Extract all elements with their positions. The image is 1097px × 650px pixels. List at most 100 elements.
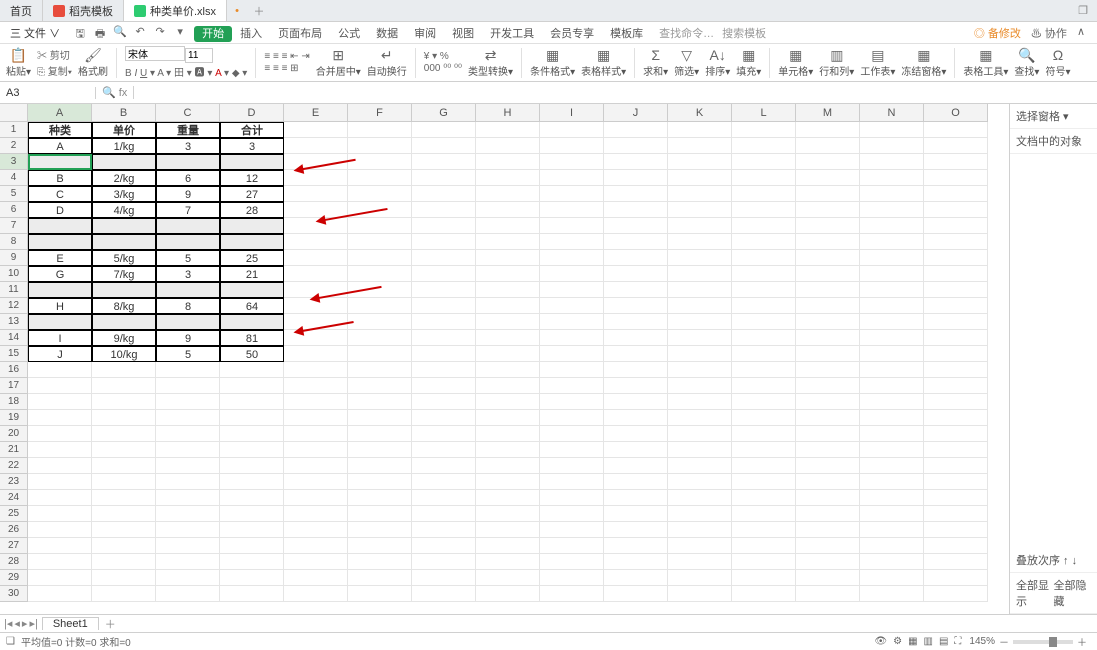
menu-tab-0[interactable]: 开始 bbox=[194, 26, 232, 42]
cell[interactable] bbox=[860, 394, 924, 410]
cell[interactable] bbox=[668, 250, 732, 266]
cell[interactable] bbox=[604, 410, 668, 426]
qat-dropdown-icon[interactable]: ▾ bbox=[172, 25, 188, 41]
cell[interactable] bbox=[668, 298, 732, 314]
cell[interactable] bbox=[732, 362, 796, 378]
format-painter-button[interactable]: 🖌格式刷 bbox=[78, 48, 108, 78]
sum-button[interactable]: Σ求和▾ bbox=[643, 48, 668, 78]
cell[interactable] bbox=[220, 282, 284, 298]
cell[interactable] bbox=[92, 362, 156, 378]
menu-tab-1[interactable]: 插入 bbox=[232, 28, 270, 40]
cell[interactable] bbox=[732, 186, 796, 202]
cell[interactable] bbox=[156, 218, 220, 234]
cell[interactable] bbox=[412, 186, 476, 202]
cell[interactable] bbox=[732, 250, 796, 266]
cell[interactable] bbox=[796, 570, 860, 586]
cell[interactable] bbox=[220, 538, 284, 554]
align-vertical-group[interactable]: ≡ ≡ ≡ ⊞ bbox=[264, 63, 309, 74]
cell[interactable] bbox=[92, 538, 156, 554]
cell[interactable] bbox=[860, 554, 924, 570]
cell[interactable] bbox=[540, 266, 604, 282]
col-header-L[interactable]: L bbox=[732, 104, 796, 122]
cell[interactable] bbox=[732, 266, 796, 282]
cell[interactable] bbox=[476, 202, 540, 218]
cell[interactable] bbox=[92, 378, 156, 394]
cell[interactable] bbox=[412, 426, 476, 442]
cell[interactable] bbox=[284, 378, 348, 394]
row-header[interactable]: 30 bbox=[0, 586, 28, 602]
cell[interactable] bbox=[220, 586, 284, 602]
cell[interactable] bbox=[604, 346, 668, 362]
col-header-H[interactable]: H bbox=[476, 104, 540, 122]
cell[interactable]: 3 bbox=[220, 138, 284, 154]
cell[interactable] bbox=[284, 266, 348, 282]
cell[interactable] bbox=[348, 442, 412, 458]
cell[interactable] bbox=[284, 346, 348, 362]
cell[interactable] bbox=[924, 250, 988, 266]
cell[interactable] bbox=[412, 442, 476, 458]
cell[interactable] bbox=[860, 186, 924, 202]
row-header[interactable]: 8 bbox=[0, 234, 28, 250]
cell[interactable] bbox=[156, 154, 220, 170]
cell[interactable]: 10/kg bbox=[92, 346, 156, 362]
cell[interactable] bbox=[604, 522, 668, 538]
cell[interactable] bbox=[796, 490, 860, 506]
cell[interactable] bbox=[604, 506, 668, 522]
cell[interactable] bbox=[860, 506, 924, 522]
cell[interactable] bbox=[860, 122, 924, 138]
cell[interactable] bbox=[604, 298, 668, 314]
cell[interactable] bbox=[348, 170, 412, 186]
print-icon[interactable]: 🖶 bbox=[92, 25, 108, 41]
cell[interactable]: 7 bbox=[156, 202, 220, 218]
cell[interactable] bbox=[732, 298, 796, 314]
row-header[interactable]: 22 bbox=[0, 458, 28, 474]
cell[interactable]: I bbox=[28, 330, 92, 346]
row-header[interactable]: 5 bbox=[0, 186, 28, 202]
cell[interactable] bbox=[348, 362, 412, 378]
cell[interactable] bbox=[412, 234, 476, 250]
cell[interactable] bbox=[412, 474, 476, 490]
cell[interactable] bbox=[476, 538, 540, 554]
cell[interactable] bbox=[92, 490, 156, 506]
window-controls-icon[interactable]: ❐ bbox=[1069, 0, 1097, 21]
worksheet-button[interactable]: ▤工作表▾ bbox=[860, 48, 895, 78]
menu-caret-icon[interactable]: ∧ bbox=[1077, 25, 1085, 41]
cell[interactable] bbox=[348, 122, 412, 138]
cell[interactable] bbox=[412, 570, 476, 586]
cell[interactable] bbox=[604, 170, 668, 186]
cell[interactable]: 81 bbox=[220, 330, 284, 346]
cell[interactable] bbox=[284, 506, 348, 522]
cell[interactable] bbox=[604, 490, 668, 506]
cell[interactable]: 4/kg bbox=[92, 202, 156, 218]
cell[interactable] bbox=[860, 170, 924, 186]
cell[interactable] bbox=[668, 170, 732, 186]
cell[interactable] bbox=[476, 458, 540, 474]
cell[interactable] bbox=[604, 138, 668, 154]
col-header-B[interactable]: B bbox=[92, 104, 156, 122]
cell[interactable] bbox=[476, 426, 540, 442]
cell[interactable]: 种类 bbox=[28, 122, 92, 138]
cell[interactable] bbox=[412, 362, 476, 378]
cell[interactable] bbox=[348, 586, 412, 602]
cell[interactable] bbox=[348, 378, 412, 394]
cell[interactable] bbox=[860, 586, 924, 602]
row-header[interactable]: 12 bbox=[0, 298, 28, 314]
cell[interactable] bbox=[92, 586, 156, 602]
cell[interactable]: 5 bbox=[156, 250, 220, 266]
cell[interactable] bbox=[284, 538, 348, 554]
cell[interactable] bbox=[604, 426, 668, 442]
cell[interactable] bbox=[924, 186, 988, 202]
row-header[interactable]: 27 bbox=[0, 538, 28, 554]
cell[interactable]: 7/kg bbox=[92, 266, 156, 282]
cell[interactable] bbox=[668, 266, 732, 282]
cell[interactable] bbox=[412, 122, 476, 138]
cell[interactable] bbox=[540, 314, 604, 330]
row-header[interactable]: 21 bbox=[0, 442, 28, 458]
cell[interactable] bbox=[348, 186, 412, 202]
cell[interactable] bbox=[156, 362, 220, 378]
cell[interactable] bbox=[28, 474, 92, 490]
cell[interactable] bbox=[668, 442, 732, 458]
cell[interactable] bbox=[796, 474, 860, 490]
paste-button[interactable]: 📋粘贴▾ bbox=[6, 48, 31, 78]
cell[interactable] bbox=[540, 122, 604, 138]
